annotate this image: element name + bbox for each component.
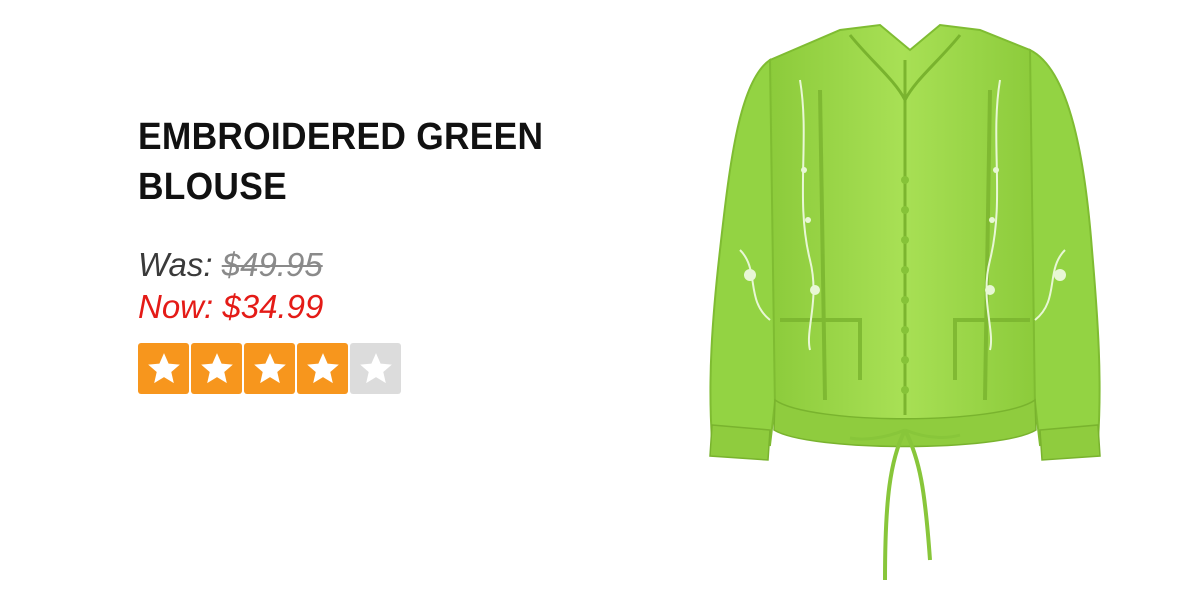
was-price-line: Was: $49.95	[138, 244, 578, 286]
sale-price: $34.99	[222, 288, 324, 325]
original-price: $49.95	[221, 246, 323, 283]
star-icon	[306, 352, 339, 383]
green-blouse-image	[709, 23, 1101, 581]
was-label: Was:	[138, 246, 213, 283]
star-empty	[350, 343, 401, 394]
star-filled	[191, 343, 242, 394]
product-image	[700, 20, 1110, 590]
price-block: Was: $49.95 Now: $34.99	[138, 244, 578, 328]
star-rating	[138, 343, 578, 394]
star-filled	[297, 343, 348, 394]
now-price-line: Now: $34.99	[138, 286, 578, 328]
star-filled	[138, 343, 189, 394]
star-filled	[244, 343, 295, 394]
star-icon	[200, 352, 233, 383]
star-icon	[253, 352, 286, 383]
product-info: EMBROIDERED GREEN BLOUSE Was: $49.95 Now…	[138, 112, 578, 394]
now-label: Now:	[138, 288, 214, 325]
product-title: EMBROIDERED GREEN BLOUSE	[138, 116, 544, 208]
star-icon	[359, 352, 392, 383]
star-icon	[147, 352, 180, 383]
